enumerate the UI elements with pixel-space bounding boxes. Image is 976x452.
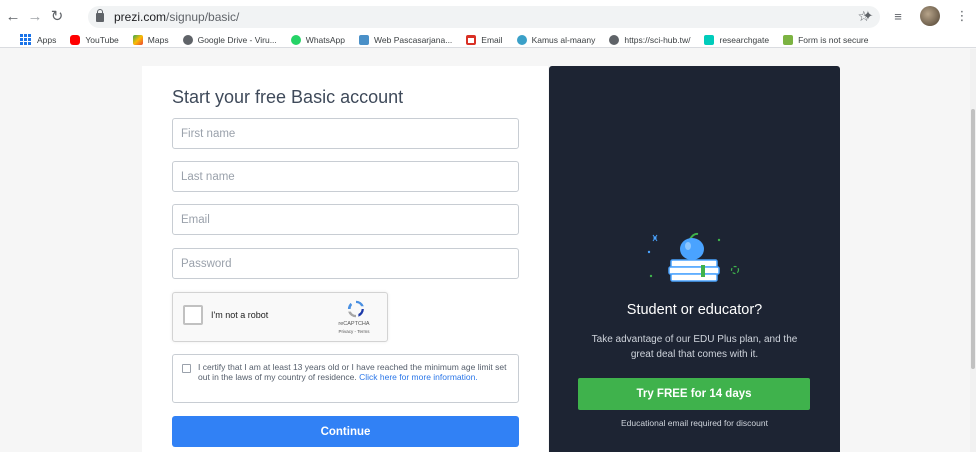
- bookmark-label: Google Drive - Viru...: [197, 34, 277, 45]
- bookmark-maps[interactable]: Maps: [132, 34, 169, 45]
- password-field[interactable]: Password: [172, 248, 519, 279]
- bookmarks-bar: Apps YouTube Maps Google Drive - Viru...…: [0, 32, 976, 48]
- bookmark-whatsapp[interactable]: WhatsApp: [290, 34, 346, 45]
- signup-form-card: Start your free Basic account First name…: [142, 66, 548, 452]
- reload-icon[interactable]: ↻: [48, 7, 66, 25]
- edu-title: Student or educator?: [626, 302, 763, 318]
- site-icon: [359, 34, 370, 45]
- first-name-field[interactable]: First name: [172, 118, 519, 149]
- recaptcha-brand: reCAPTCHA: [338, 321, 370, 327]
- scrollbar-thumb[interactable]: [971, 109, 975, 369]
- browser-toolbar: ← → ↻ prezi.com/signup/basic/ ☆ ✦ ≡ ⋮: [0, 0, 976, 32]
- bookmark-label: Form is not secure: [798, 34, 869, 45]
- bookmark-web-pascasarjana[interactable]: Web Pascasarjana...: [359, 34, 453, 45]
- continue-button[interactable]: Continue: [172, 416, 519, 447]
- url-path: /signup/basic/: [166, 10, 240, 24]
- bookmark-researchgate[interactable]: researchgate: [704, 34, 770, 45]
- gmail-icon: [466, 34, 477, 45]
- bookmark-label: Apps: [37, 34, 57, 45]
- recaptcha-label: I'm not a robot: [211, 310, 269, 320]
- age-certify-box: I certify that I am at least 13 years ol…: [172, 354, 519, 403]
- bookmark-email[interactable]: Email: [466, 34, 503, 45]
- edu-note: Educational email required for discount: [621, 418, 768, 428]
- bookmark-label: Email: [481, 34, 503, 45]
- try-free-button[interactable]: Try FREE for 14 days: [578, 378, 810, 410]
- recaptcha-terms-link[interactable]: Privacy - Terms: [323, 329, 385, 334]
- last-name-field[interactable]: Last name: [172, 161, 519, 192]
- maps-icon: [132, 34, 143, 45]
- media-queue-icon[interactable]: ≡: [890, 8, 906, 24]
- recaptcha-widget: I'm not a robot reCAPTCHA Privacy - Term…: [172, 292, 388, 342]
- email-field[interactable]: Email: [172, 204, 519, 235]
- bookmark-label: WhatsApp: [305, 34, 346, 45]
- profile-avatar[interactable]: [920, 6, 940, 26]
- age-certify-text: I certify that I am at least 13 years ol…: [198, 362, 513, 382]
- site-icon: [516, 34, 527, 45]
- bookmark-kamus[interactable]: Kamus al-maany: [516, 34, 596, 45]
- apps-grid-icon: [20, 34, 31, 45]
- bookmark-form[interactable]: Form is not secure: [783, 34, 869, 45]
- bookmark-label: Web Pascasarjana...: [374, 34, 453, 45]
- edu-promo-panel: Student or educator? Take advantage of o…: [549, 66, 840, 452]
- youtube-icon: [70, 34, 81, 45]
- more-info-link[interactable]: Click here for more information.: [359, 372, 478, 382]
- scrollbar[interactable]: [970, 49, 976, 452]
- age-certify-checkbox[interactable]: [182, 364, 191, 373]
- page-title: Start your free Basic account: [172, 87, 404, 107]
- puzzle-extension-icon[interactable]: ✦: [860, 8, 876, 24]
- bookmark-google-drive[interactable]: Google Drive - Viru...: [182, 34, 277, 45]
- bookmark-sci-hub[interactable]: https://sci-hub.tw/: [609, 34, 691, 45]
- whatsapp-icon: [290, 34, 301, 45]
- recaptcha-checkbox[interactable]: [183, 305, 203, 325]
- recaptcha-logo-icon: [347, 300, 364, 318]
- forward-arrow-icon[interactable]: →: [26, 7, 44, 25]
- bookmark-label: https://sci-hub.tw/: [624, 34, 691, 45]
- extension-icons: ✦ ≡ ⋮: [860, 6, 970, 26]
- back-arrow-icon[interactable]: ←: [4, 7, 22, 25]
- address-bar[interactable]: prezi.com/signup/basic/ ☆: [88, 6, 880, 28]
- bookmark-apps[interactable]: Apps: [20, 34, 56, 45]
- bookmark-label: Kamus al-maany: [531, 34, 596, 45]
- edu-description: Take advantage of our EDU Plus plan, and…: [591, 334, 798, 360]
- bookmark-label: YouTube: [85, 34, 119, 45]
- researchgate-icon: [704, 34, 715, 45]
- url-host: prezi.com: [114, 10, 167, 24]
- globe-icon: [182, 34, 193, 45]
- site-icon: [783, 34, 794, 45]
- bookmark-youtube[interactable]: YouTube: [70, 34, 119, 45]
- globe-icon: [609, 34, 620, 45]
- menu-dots-icon[interactable]: ⋮: [954, 8, 970, 24]
- bookmark-label: Maps: [147, 34, 169, 45]
- apple-books-icon: [647, 232, 740, 282]
- lock-icon: [96, 8, 104, 22]
- bookmark-label: researchgate: [719, 34, 770, 45]
